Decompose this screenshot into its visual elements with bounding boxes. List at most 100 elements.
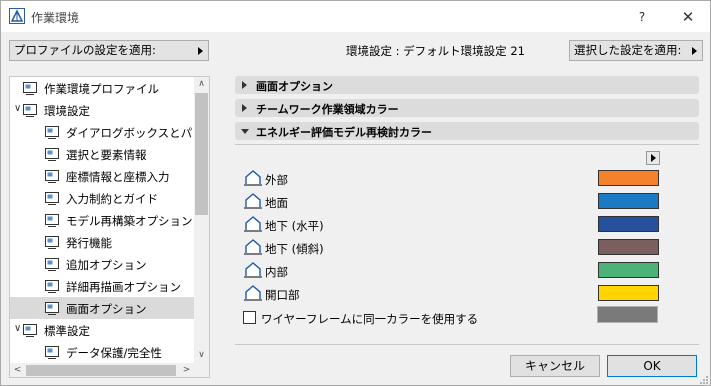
tree-item[interactable]: 発行機能 (10, 231, 194, 253)
zone-color-swatch[interactable] (598, 193, 659, 209)
tree-item-label: 入力制約とガイド (66, 192, 158, 206)
tree-item[interactable]: 選択と要素情報 (10, 143, 194, 165)
environment-settings-icon (23, 104, 37, 117)
tree-item-label: 作業環境プロファイル (44, 82, 159, 96)
zone-color-swatch[interactable] (598, 262, 659, 278)
expand-arrow-icon (242, 104, 247, 112)
interior-zone-icon (244, 262, 262, 278)
checkbox-box[interactable] (243, 311, 256, 324)
zone-color-swatch[interactable] (598, 216, 659, 232)
tree-item-label: 画面オプション (66, 302, 147, 316)
cancel-button[interactable]: キャンセル (510, 355, 600, 377)
tree-item-label: 座標情報と座標入力 (66, 170, 170, 184)
apply-profile-button[interactable]: プロファイルの設定を適用: (9, 40, 209, 61)
zone-color-row: 外部 (243, 168, 663, 188)
section-label: 画面オプション (256, 80, 333, 93)
window-title: 作業環境 (31, 11, 80, 25)
zone-label: 地面 (265, 196, 288, 210)
underground-horizontal-icon (244, 216, 262, 232)
ground-zone-icon (244, 193, 262, 209)
zone-label: 地下 (傾斜) (265, 242, 324, 256)
ok-button[interactable]: OK (607, 355, 697, 377)
title-bar: 作業環境 ? ✕ (1, 1, 710, 32)
collapse-arrow-icon (241, 129, 249, 134)
scroll-down-button[interactable]: ∨ (194, 348, 209, 363)
scroll-thumb[interactable] (26, 365, 176, 376)
chevron-right-icon (198, 47, 203, 55)
apply-profile-label: プロファイルの設定を適用: (14, 43, 156, 57)
data-protection-icon (45, 346, 59, 359)
tree-item[interactable]: ∨ 環境設定 (10, 99, 194, 121)
scroll-left-button[interactable]: < (10, 363, 25, 377)
model-rebuild-icon (45, 214, 59, 227)
exterior-zone-icon (244, 170, 262, 186)
zone-color-row: 地下 (水平) (243, 214, 663, 234)
zone-color-row: 開口部 (243, 283, 663, 303)
chevron-right-icon (651, 154, 656, 162)
tree-item[interactable]: 詳細再描画オプション (10, 275, 194, 297)
scroll-right-button[interactable]: > (179, 363, 194, 377)
wireframe-color-swatch[interactable] (597, 306, 658, 323)
tree-item-label: データ保護/完全性 (66, 346, 162, 360)
chevron-down-icon[interactable]: ∨ (14, 323, 21, 334)
close-button[interactable]: ✕ (675, 6, 701, 28)
resize-grip-icon[interactable] (699, 375, 709, 385)
scroll-up-button[interactable]: ∧ (194, 77, 209, 92)
tree-item[interactable]: 画面オプション (10, 297, 194, 319)
tree-item[interactable]: 座標情報と座標入力 (10, 165, 194, 187)
mouse-icon (45, 192, 59, 205)
wireframe-same-color-label: ワイヤーフレームに同一カラーを使用する (261, 312, 479, 326)
tree-item-label: 追加オプション (66, 258, 147, 272)
opening-zone-icon (244, 285, 262, 301)
help-button[interactable]: ? (629, 7, 655, 27)
app-logo-icon (9, 8, 25, 24)
scroll-thumb[interactable] (195, 93, 208, 215)
tree-item[interactable]: データ保護/完全性 (10, 341, 194, 363)
section-label: エネルギー評価モデル再検討カラー (256, 126, 432, 139)
tree-item-label: 選択と要素情報 (66, 148, 147, 162)
environment-label: 環境設定 : デフォルト環境設定 21 (346, 44, 525, 58)
tree-item[interactable]: 作業環境プロファイル (10, 77, 194, 99)
standard-settings-icon (23, 324, 37, 337)
zone-label: 内部 (265, 265, 288, 279)
zone-color-swatch[interactable] (598, 170, 659, 186)
tree-item[interactable]: 入力制約とガイド (10, 187, 194, 209)
vertical-scrollbar[interactable]: ∧ ∨ (194, 77, 209, 363)
tree-item[interactable]: ダイアログボックスとパレット (10, 121, 209, 143)
chevron-down-icon[interactable]: ∨ (14, 103, 21, 114)
zone-color-swatch[interactable] (598, 285, 659, 301)
wireframe-same-color-checkbox[interactable]: ワイヤーフレームに同一カラーを使用する (243, 310, 543, 326)
redraw-icon (45, 280, 59, 293)
tree-item-label: モデル再構築オプション (66, 214, 193, 228)
footer-divider (235, 344, 699, 345)
horizontal-scrollbar[interactable]: < > (10, 363, 194, 377)
preferences-dialog: 作業環境 ? ✕ プロファイルの設定を適用: 環境設定 : デフォルト環境設定 … (0, 0, 711, 386)
zone-color-row: 地面 (243, 191, 663, 211)
zone-color-swatch[interactable] (598, 239, 659, 255)
tree-item-label: 標準設定 (44, 324, 90, 338)
tree-item[interactable]: モデル再構築オプション (10, 209, 194, 231)
section-energy-colors[interactable]: エネルギー評価モデル再検討カラー (235, 122, 699, 140)
xyz-coordinates-icon (45, 170, 59, 183)
tree-item-label: ダイアログボックスとパレット (66, 126, 209, 140)
scroll-corner (194, 363, 209, 377)
options-menu-button[interactable] (646, 151, 660, 165)
zone-color-row: 地下 (傾斜) (243, 237, 663, 257)
monitor-icon (45, 302, 59, 315)
sliders-icon (45, 258, 59, 271)
underground-sloped-icon (244, 239, 262, 255)
selection-info-icon (45, 148, 59, 161)
dialog-palette-icon (45, 126, 59, 139)
tree-item[interactable]: 追加オプション (10, 253, 194, 275)
apply-selected-button[interactable]: 選択した設定を適用: (569, 40, 703, 61)
zone-label: 地下 (水平) (265, 219, 324, 233)
section-teamwork-colors[interactable]: チームワーク作業領域カラー (235, 99, 699, 117)
apply-selected-label: 選択した設定を適用: (574, 43, 682, 57)
expand-arrow-icon (242, 81, 247, 89)
section-display-options[interactable]: 画面オプション (235, 76, 699, 94)
tree-item[interactable]: ∨ 標準設定 (10, 319, 194, 341)
publish-icon (45, 236, 59, 249)
section-divider (235, 144, 699, 145)
zone-color-row: 内部 (243, 260, 663, 280)
chevron-right-icon (692, 47, 697, 55)
